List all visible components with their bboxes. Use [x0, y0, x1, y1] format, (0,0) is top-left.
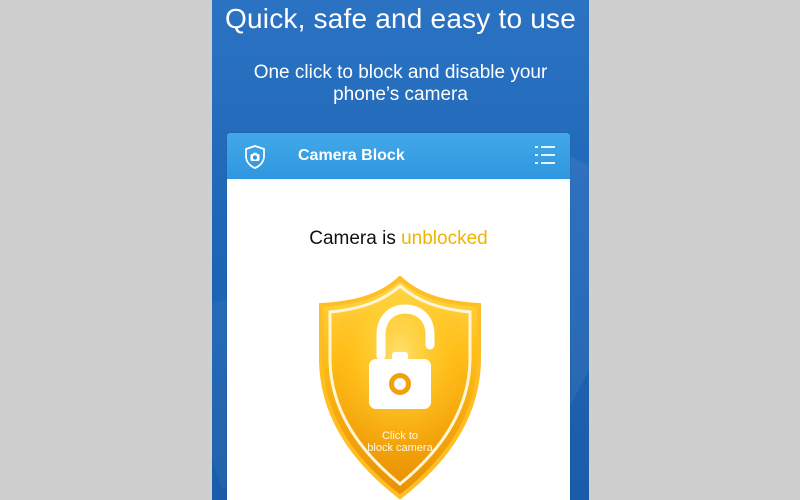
block-camera-line-1: Click to [381, 430, 419, 442]
camera-status-value: unblocked [401, 228, 488, 249]
promo-phone-area: Quick, safe and easy to use One click to… [212, 0, 589, 500]
camera-status-prefix: Camera is [309, 228, 402, 249]
screenshot-stage: Quick, safe and easy to use One click to… [0, 0, 800, 500]
block-camera-button[interactable]: Click to block camera [313, 276, 487, 500]
subtitle: One click to block and disable your phon… [253, 62, 548, 105]
app-header: Camera Block [227, 133, 570, 179]
app-title: Camera Block [298, 147, 405, 164]
headline: Quick, safe and easy to use [225, 3, 576, 34]
menu-icon[interactable] [534, 144, 556, 166]
unlocked-camera-shield-icon [319, 276, 481, 500]
shield-camera-icon [245, 145, 265, 169]
app-card: Camera Block Camera is unblocked Click t… [227, 133, 570, 500]
camera-status: Camera is unblocked [227, 228, 570, 250]
block-camera-line-2: block camera [367, 442, 433, 454]
block-camera-text: Click to block camera [313, 430, 487, 454]
